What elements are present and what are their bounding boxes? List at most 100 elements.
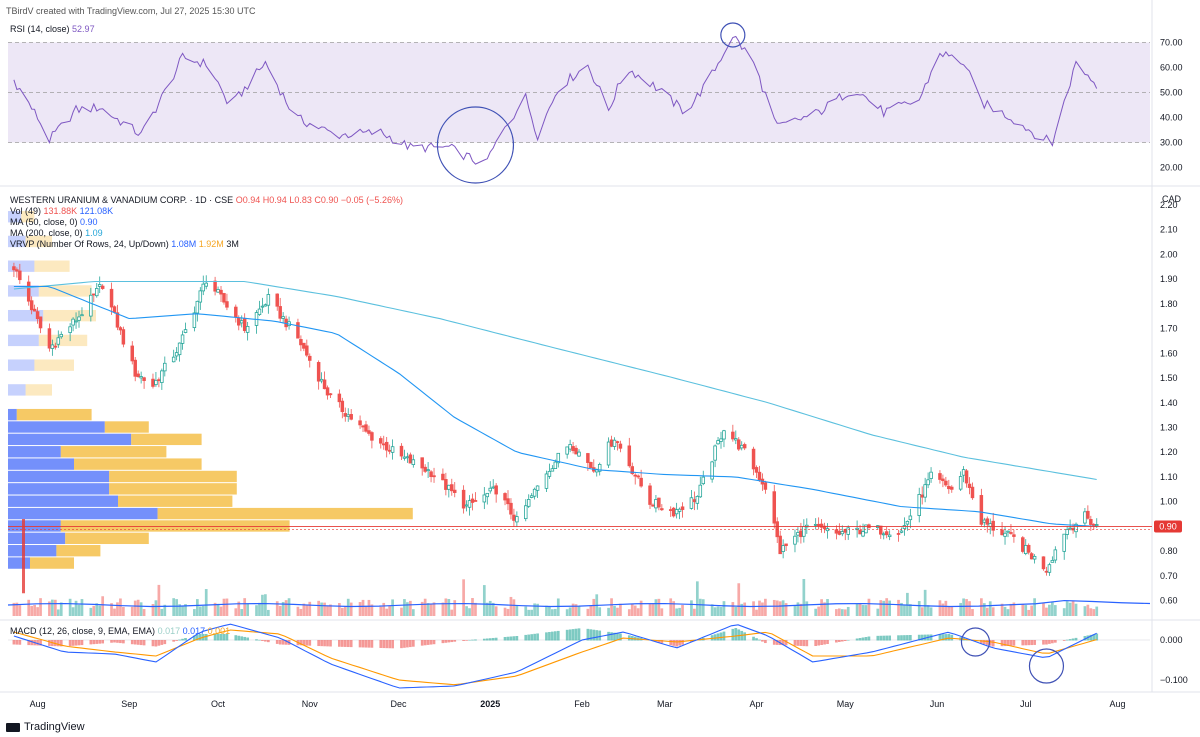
candle-body	[160, 370, 164, 383]
vol-value-1: 131.88K	[43, 206, 78, 216]
ma200-value: 1.09	[85, 228, 103, 238]
candle-body	[1062, 533, 1066, 552]
macd-histogram-bar	[370, 640, 374, 648]
volume-bar	[796, 602, 800, 616]
rsi-axis-tick: 50.00	[1160, 88, 1183, 98]
candle-body	[470, 498, 475, 503]
candle-body	[399, 445, 404, 457]
macd-histogram-bar	[323, 640, 326, 647]
candle-body	[571, 446, 575, 451]
macd-histogram-bar	[1027, 640, 1031, 646]
candle-body	[899, 530, 904, 533]
volume-bar	[89, 607, 93, 616]
candle-body	[281, 316, 285, 319]
candle-body	[183, 329, 188, 333]
currency-label: CAD	[1162, 194, 1182, 204]
macd-histogram-bar	[258, 639, 261, 641]
volume-bar	[92, 605, 96, 616]
candle-body	[405, 456, 410, 459]
tradingview-footer: TradingView	[6, 721, 85, 733]
volume-bar	[409, 600, 412, 616]
tradingview-footer-text: TradingView	[24, 721, 85, 733]
volume-bar	[116, 602, 119, 616]
macd-histogram-bar	[835, 640, 838, 643]
candle-body	[920, 494, 924, 498]
macd-histogram-bar	[18, 640, 22, 645]
macd-histogram-bar	[533, 633, 536, 641]
macd-histogram-bar	[574, 628, 578, 641]
volume-bar	[506, 608, 510, 616]
price-axis-tick: 0.60	[1160, 596, 1178, 606]
rsi-axis-tick: 60.00	[1160, 63, 1183, 73]
tradingview-logo-icon	[6, 722, 20, 732]
macd-histogram-bar	[142, 640, 146, 646]
candle-body	[201, 283, 206, 292]
candle-body	[861, 531, 865, 537]
volume-bar	[482, 585, 486, 616]
volume-bar	[778, 601, 782, 616]
macd-histogram-bar	[246, 637, 249, 641]
candle-body	[482, 494, 487, 503]
candle-body	[109, 288, 114, 308]
volume-bar	[793, 605, 797, 616]
candle-body	[509, 502, 513, 515]
volume-bar	[240, 609, 244, 616]
candle-body	[432, 475, 436, 478]
vol-legend: Vol (49) 131.88K 121.08K	[10, 206, 113, 216]
candle-body	[577, 451, 581, 457]
volume-bar	[406, 602, 409, 616]
volume-bar	[326, 605, 329, 616]
volume-ma-line	[7, 599, 1151, 608]
macd-histogram-bar	[80, 640, 84, 646]
macd-histogram-bar	[722, 631, 726, 641]
volume-bar	[802, 578, 806, 616]
macd-histogram-bar	[944, 634, 948, 641]
volume-bar	[929, 607, 933, 616]
macd-histogram-bar	[77, 640, 81, 646]
candle-body	[74, 320, 78, 323]
volume-bar	[367, 599, 371, 616]
volume-bar	[471, 598, 474, 616]
vrvp-down-bar	[34, 359, 74, 371]
volume-bar	[695, 581, 699, 616]
price-axis-tick: 1.30	[1160, 423, 1178, 433]
candle-body	[639, 477, 643, 487]
macd-histogram-bar	[716, 633, 720, 641]
candle-body	[503, 493, 507, 501]
macd-histogram-bar	[447, 640, 451, 643]
candle-body	[151, 378, 155, 387]
candle-body	[1083, 511, 1087, 524]
volume-bar	[805, 601, 809, 616]
volume-bar	[53, 599, 57, 616]
macd-label: MACD (12, 26, close, 9, EMA, EMA)	[10, 626, 156, 636]
candle-body	[544, 473, 549, 489]
volume-bar	[1065, 601, 1069, 616]
candle-body	[840, 531, 845, 535]
rsi-axis-tick: 70.00	[1160, 38, 1183, 48]
volume-bar	[846, 606, 850, 616]
macd-histogram-bar	[950, 634, 954, 641]
vrvp-down-bar	[38, 334, 88, 347]
macd-histogram-bar	[471, 639, 474, 641]
volume-bar	[648, 603, 652, 616]
candle-body	[689, 497, 694, 509]
volume-bar	[503, 607, 507, 616]
volume-bar	[690, 600, 693, 616]
volume-bar	[988, 601, 992, 616]
candle-body	[674, 509, 679, 515]
macd-histogram-bar	[1048, 640, 1051, 644]
macd-histogram-bar	[826, 640, 829, 644]
volume-bar	[926, 605, 930, 616]
candle-body	[612, 439, 617, 447]
volume-bar	[654, 599, 658, 616]
candle-body	[358, 420, 362, 426]
volume-bar	[962, 598, 965, 616]
volume-bar	[1086, 604, 1090, 616]
macd-histogram-bar	[1062, 640, 1066, 641]
candle-body	[257, 308, 262, 316]
price-axis-tick: 1.90	[1160, 274, 1178, 284]
x-axis-label: Aug	[1109, 699, 1125, 709]
candle-body	[447, 484, 451, 490]
ma50-legend: MA (50, close, 0) 0.90	[10, 217, 98, 227]
macd-histogram-bar	[524, 634, 528, 641]
